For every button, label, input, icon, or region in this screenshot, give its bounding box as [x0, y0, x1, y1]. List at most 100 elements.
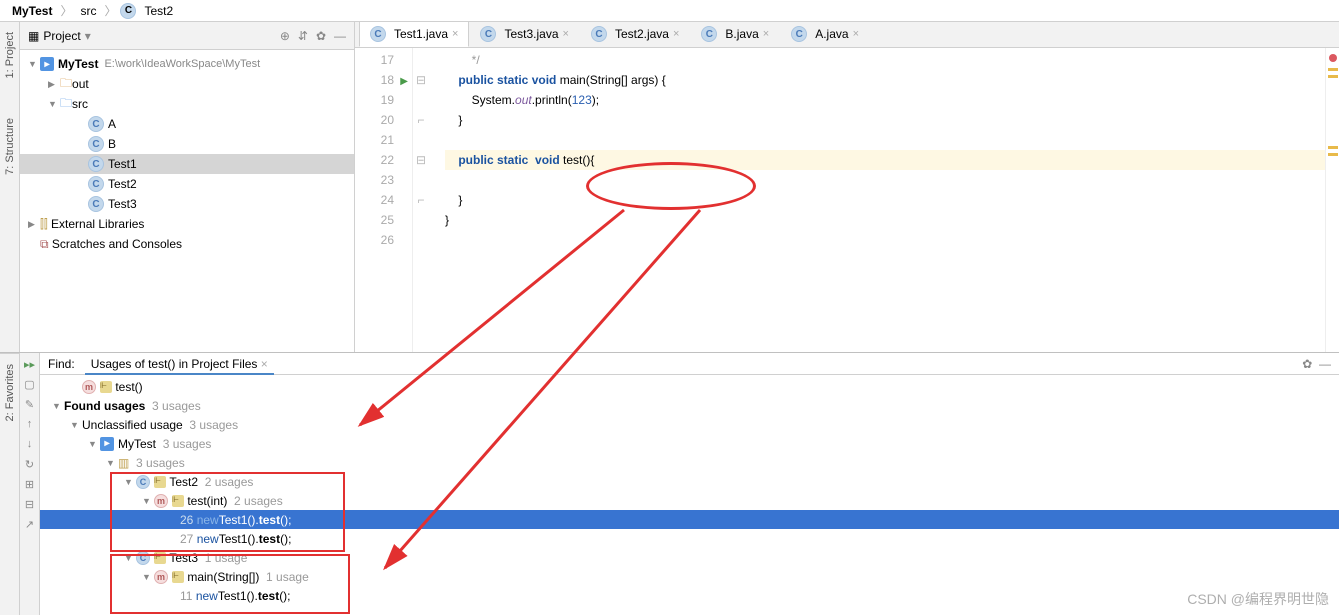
tab-label: B.java	[725, 27, 758, 41]
find-header: Find: Usages of test() in Project Files …	[40, 353, 1339, 375]
expand-icon[interactable]: ⊞	[23, 477, 37, 491]
method-icon: m	[82, 380, 96, 394]
editor-tab[interactable]: C B.java ×	[690, 21, 780, 47]
find-tab[interactable]: Usages of test() in Project Files ×	[85, 355, 274, 375]
close-icon[interactable]: ×	[763, 28, 769, 40]
find-label: Unclassified usage	[82, 418, 183, 432]
find-method[interactable]: ▼m⊩ test(int) 2 usages	[40, 491, 1339, 510]
tree-class[interactable]: CTest2	[20, 174, 354, 194]
editor-tab[interactable]: CTest2.java×	[580, 21, 690, 47]
find-match: test	[259, 532, 280, 546]
class-icon: C	[701, 26, 717, 42]
tree-label: MyTest	[58, 57, 98, 71]
find-count: 2 usages	[234, 494, 283, 508]
editor-tab[interactable]: CA.java×	[780, 21, 870, 47]
library-icon: ⫿⫿	[40, 217, 48, 232]
tree-folder-src[interactable]: ▼🗀 src	[20, 94, 354, 114]
find-tab-title: Usages of test() in Project Files	[91, 357, 258, 371]
collapse-icon[interactable]: ⊟	[23, 497, 37, 511]
class-icon: C	[88, 156, 104, 172]
tree-ext-lib[interactable]: ▶⫿⫿ External Libraries	[20, 214, 354, 234]
tree-class-selected[interactable]: CTest1	[20, 154, 354, 174]
close-icon[interactable]: ×	[673, 28, 679, 40]
pin-icon[interactable]: ✎	[23, 397, 37, 411]
find-count: 3 usages	[136, 456, 185, 470]
down-icon[interactable]: ↓	[23, 437, 37, 451]
code-area[interactable]: */ public static void main(String[] args…	[429, 48, 1325, 352]
breadcrumb-folder[interactable]: src	[76, 4, 100, 18]
find-found[interactable]: ▼Found usages 3 usages	[40, 396, 1339, 415]
error-mark-icon[interactable]	[1329, 54, 1337, 62]
watermark: CSDN @编程界明世隐	[1187, 589, 1329, 609]
rerun-icon[interactable]: ▸▸	[23, 357, 37, 371]
close-icon[interactable]: ×	[563, 28, 569, 40]
close-icon[interactable]: ×	[853, 28, 859, 40]
project-panel-title[interactable]: Project	[43, 29, 80, 43]
refresh-icon[interactable]: ↻	[23, 457, 37, 471]
warn-mark-icon[interactable]	[1328, 68, 1338, 71]
close-icon[interactable]: ×	[261, 357, 268, 371]
folder-icon: 🗀	[60, 74, 72, 95]
find-usage-selected[interactable]: 26 new new Test1().Test1().test();	[40, 510, 1339, 529]
find-usage[interactable]: 11 new Test1().test();	[40, 586, 1339, 605]
tree-label: Scratches and Consoles	[52, 237, 182, 251]
editor-tab[interactable]: CTest1.java×	[359, 21, 469, 47]
close-icon[interactable]: ×	[452, 28, 458, 40]
tree-scratches[interactable]: ⧉ Scratches and Consoles	[20, 234, 354, 254]
run-gutter-icon[interactable]: ▶	[400, 72, 408, 92]
find-class[interactable]: ▼C⊩ Test2 2 usages	[40, 472, 1339, 491]
hide-icon[interactable]: —	[1319, 357, 1331, 371]
find-count: 1 usage	[266, 570, 309, 584]
tool-tab-project[interactable]: 1: Project	[4, 32, 16, 78]
find-usage[interactable]: 27 new Test1().test();	[40, 529, 1339, 548]
tool-tab-favorites[interactable]: 2: Favorites	[4, 364, 16, 421]
line-gutter[interactable]: 1718▶1920212223242526	[355, 48, 413, 352]
warn-mark-icon[interactable]	[1328, 146, 1338, 149]
warn-mark-icon[interactable]	[1328, 153, 1338, 156]
tree-class[interactable]: CTest3	[20, 194, 354, 214]
read-icon: ⊩	[172, 571, 184, 583]
find-class[interactable]: ▼C⊩ Test3 1 usage	[40, 548, 1339, 567]
editor-body[interactable]: 1718▶1920212223242526 ⊟⌐⊟⌐ */ public sta…	[355, 48, 1339, 352]
find-target-label: test()	[115, 380, 142, 394]
dropdown-icon[interactable]: ▾	[85, 29, 91, 43]
target-icon[interactable]: ⊕	[280, 29, 290, 43]
find-package[interactable]: ▼▥ 3 usages	[40, 453, 1339, 472]
fold-column[interactable]: ⊟⌐⊟⌐	[413, 48, 429, 352]
stop-icon[interactable]: ▢	[23, 377, 37, 391]
find-method[interactable]: ▼m⊩ main(String[]) 1 usage	[40, 567, 1339, 586]
export-icon[interactable]: ↗	[23, 517, 37, 531]
gear-icon[interactable]: ✿	[1302, 357, 1312, 371]
hide-icon[interactable]: —	[334, 29, 346, 43]
find-module[interactable]: ▼▸MyTest 3 usages	[40, 434, 1339, 453]
tree-folder-out[interactable]: ▶🗀 out	[20, 74, 354, 94]
find-label: main(String[])	[187, 570, 259, 584]
find-match: test	[259, 513, 280, 527]
tree-class[interactable]: CB	[20, 134, 354, 154]
find-group[interactable]: ▼Unclassified usage 3 usages	[40, 415, 1339, 434]
read-icon: ⊩	[172, 495, 184, 507]
tree-path: E:\work\IdeaWorkSpace\MyTest	[104, 58, 260, 70]
breadcrumb-file[interactable]: Test2	[140, 4, 177, 18]
find-count: 3 usages	[163, 437, 212, 451]
tree-label: src	[72, 97, 88, 111]
tree-label: out	[72, 77, 89, 91]
find-target[interactable]: m⊩ test()	[40, 377, 1339, 396]
warn-mark-icon[interactable]	[1328, 75, 1338, 78]
up-icon[interactable]: ↑	[23, 417, 37, 431]
tool-tab-structure[interactable]: 7: Structure	[4, 118, 16, 175]
find-tree[interactable]: m⊩ test() ▼Found usages 3 usages ▼Unclas…	[40, 375, 1339, 615]
tree-class[interactable]: CA	[20, 114, 354, 134]
tree-label: A	[108, 117, 116, 131]
tree-root[interactable]: ▼▸ MyTest E:\work\IdeaWorkSpace\MyTest	[20, 54, 354, 74]
breadcrumb-project[interactable]: MyTest	[8, 4, 56, 18]
find-line-no: 27	[180, 532, 193, 546]
collapse-icon[interactable]: ⇵	[298, 29, 308, 43]
find-panel: 2: Favorites ▸▸ ▢ ✎ ↑ ↓ ↻ ⊞ ⊟ ↗ Find: Us…	[0, 352, 1339, 615]
project-tree[interactable]: ▼▸ MyTest E:\work\IdeaWorkSpace\MyTest ▶…	[20, 50, 354, 352]
editor-tab[interactable]: C Test3.java ×	[469, 21, 579, 47]
gear-icon[interactable]: ✿	[316, 29, 326, 43]
class-icon: C	[480, 26, 496, 42]
error-stripe[interactable]	[1325, 48, 1339, 352]
tab-label: Test3.java	[504, 27, 558, 41]
